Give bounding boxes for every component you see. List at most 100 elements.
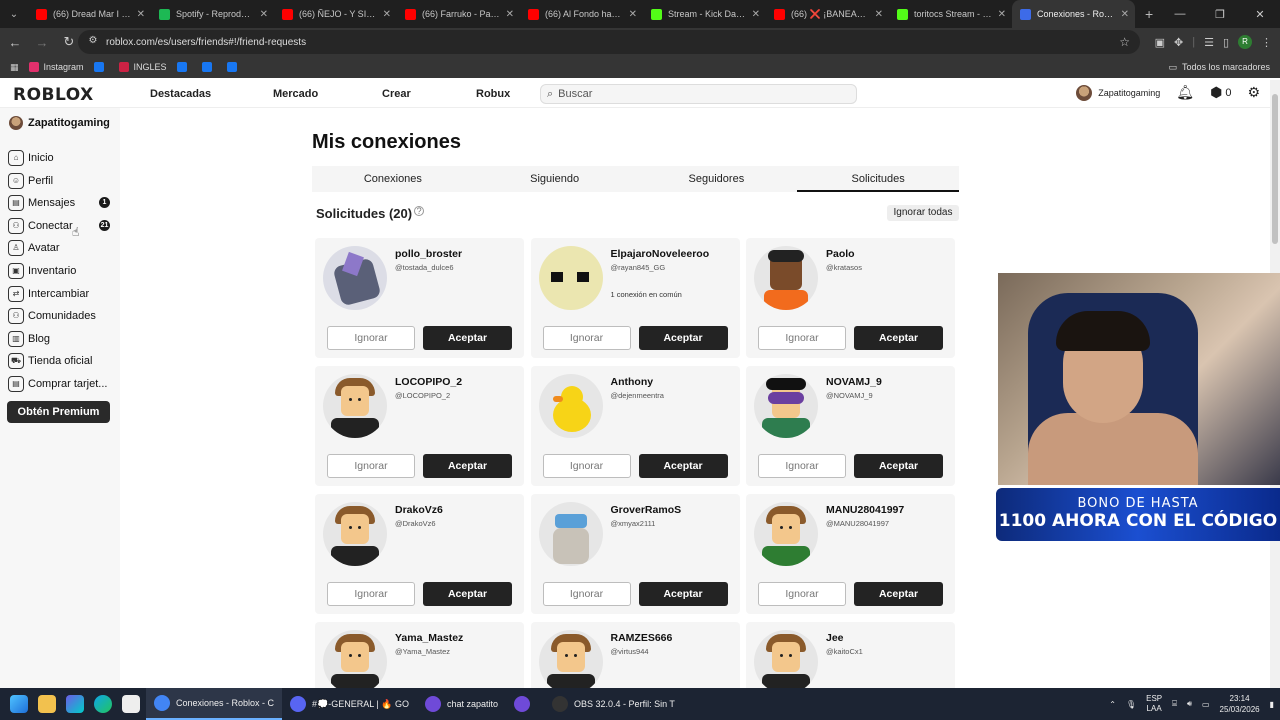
bookmark-item[interactable] — [201, 62, 217, 72]
help-icon[interactable]: ? — [414, 206, 425, 216]
new-tab-icon[interactable]: + — [1135, 6, 1163, 22]
windows-start-icon[interactable] — [10, 695, 28, 713]
ignore-button[interactable]: Ignorar — [327, 582, 415, 606]
forward-icon[interactable]: → — [30, 35, 54, 50]
taskbar-app[interactable]: chat zapatito — [417, 688, 506, 720]
language-indicator[interactable]: ESP LAA — [1146, 694, 1162, 714]
ignore-button[interactable]: Ignorar — [542, 454, 631, 478]
url-text[interactable]: roblox.com/es/users/friends#!/friend-req… — [106, 37, 306, 48]
request-username[interactable]: Anthony — [611, 376, 654, 388]
settings-gear-icon[interactable]: ⚙ — [1247, 84, 1260, 101]
tab-search-icon[interactable]: ⌄ — [0, 0, 28, 28]
avatar[interactable] — [1076, 84, 1093, 101]
request-username[interactable]: RAMZES666 — [611, 632, 673, 644]
taskbar-app[interactable]: #💭-GENERAL | 🔥 GO — [282, 688, 417, 720]
address-bar[interactable]: ⚙ roblox.com/es/users/friends#!/friend-r… — [78, 30, 1140, 54]
accept-button[interactable]: Aceptar — [423, 582, 512, 606]
browser-tab[interactable]: Stream - Kick Dashbo ✕ — [643, 0, 766, 28]
browser-menu-icon[interactable]: ⋮ — [1261, 36, 1272, 49]
sidebar-item-inicio[interactable]: ⌂ Inicio — [8, 150, 54, 166]
accept-button[interactable]: Aceptar — [638, 454, 728, 478]
tab-close-icon[interactable]: ✕ — [875, 9, 883, 20]
nav-robux[interactable]: Robux — [476, 88, 510, 100]
request-username[interactable]: DrakoVz6 — [395, 504, 443, 516]
avatar[interactable] — [754, 246, 818, 310]
file-explorer-icon[interactable] — [38, 695, 56, 713]
tab-close-icon[interactable]: ✕ — [383, 9, 391, 20]
request-username[interactable]: pollo_broster — [395, 248, 462, 260]
bell-icon[interactable]: 🔔︎ — [1176, 84, 1194, 101]
browser-tab[interactable]: (66) ❌ ¡BANEARON ✕ — [766, 0, 889, 28]
sidebar-item-perfil[interactable]: ☺ Perfil — [8, 172, 53, 189]
sidebar-item-tienda-oficial[interactable]: ⛟ Tienda oficial — [8, 353, 92, 370]
tab-close-icon[interactable]: ✕ — [752, 9, 760, 20]
avatar[interactable] — [754, 502, 818, 566]
sidebar-item-conectar[interactable]: ⚇ Conectar — [8, 217, 73, 234]
browser-tab[interactable]: Spotify - Reproductor ✕ — [151, 0, 274, 28]
robux-count[interactable]: 0 — [1225, 87, 1231, 99]
store-icon[interactable] — [122, 695, 140, 713]
request-username[interactable]: MANU28041997 — [826, 504, 904, 516]
mic-icon[interactable]: 🎙︎ — [1126, 700, 1136, 709]
ignore-all-button[interactable]: Ignorar todas — [887, 205, 959, 221]
tab-close-icon[interactable]: ✕ — [260, 9, 268, 20]
scrollbar-thumb[interactable] — [1272, 94, 1278, 244]
browser-tab[interactable]: Conexiones - Roblox ✕ — [1012, 0, 1135, 28]
ignore-button[interactable]: Ignorar — [542, 326, 631, 350]
accept-button[interactable]: Aceptar — [854, 582, 943, 606]
volume-icon[interactable]: 🔊︎ — [1187, 699, 1192, 709]
extensions-icon[interactable]: ✥ — [1174, 36, 1183, 49]
request-username[interactable]: Paolo — [826, 248, 855, 260]
sidebar-user[interactable]: Zapatitogaming — [9, 116, 110, 130]
avatar[interactable] — [323, 246, 387, 310]
search-input[interactable] — [558, 88, 839, 100]
copilot-icon[interactable] — [66, 695, 84, 713]
avatar[interactable] — [538, 374, 603, 438]
minimize-icon[interactable]: — — [1160, 8, 1200, 20]
ignore-button[interactable]: Ignorar — [758, 326, 846, 350]
tab-conexiones[interactable]: Conexiones — [312, 166, 474, 192]
ignore-button[interactable]: Ignorar — [758, 582, 846, 606]
browser-tab[interactable]: (66) Al Fondo hay Sit ✕ — [520, 0, 643, 28]
get-premium-button[interactable]: Obtén Premium — [7, 401, 110, 423]
request-username[interactable]: Yama_Mastez — [395, 632, 463, 644]
header-username[interactable]: Zapatitogaming — [1098, 88, 1160, 98]
tab-close-icon[interactable]: ✕ — [1121, 9, 1129, 20]
media-icon[interactable]: ☰ — [1204, 36, 1214, 49]
accept-button[interactable]: Aceptar — [423, 326, 512, 350]
clock[interactable]: 23:14 25/03/2026 — [1220, 693, 1260, 715]
avatar[interactable] — [538, 630, 603, 688]
tab-seguidores[interactable]: Seguidores — [636, 166, 798, 192]
accept-button[interactable]: Aceptar — [423, 454, 512, 478]
sidebar-item-blog[interactable]: ▥ Blog — [8, 330, 50, 347]
restore-icon[interactable]: ❐ — [1200, 8, 1240, 21]
ignore-button[interactable]: Ignorar — [327, 326, 415, 350]
taskbar-app[interactable]: OBS 32.0.4 - Perfil: Sin T — [544, 688, 683, 720]
bookmark-star-icon[interactable]: ☆ — [1119, 35, 1130, 49]
bookmark-item[interactable] — [93, 62, 109, 72]
bookmark-item[interactable] — [176, 62, 192, 72]
tab-siguiendo[interactable]: Siguiendo — [474, 166, 636, 192]
request-username[interactable]: Jee — [826, 632, 844, 644]
screenshot-icon[interactable]: ▣ — [1155, 36, 1165, 49]
tab-close-icon[interactable]: ✕ — [137, 9, 145, 20]
browser-tab[interactable]: toritocs Stream - Wa ✕ — [889, 0, 1012, 28]
battery-icon[interactable]: ▭ — [1202, 700, 1210, 709]
tab-solicitudes[interactable]: Solicitudes — [797, 166, 959, 192]
close-window-icon[interactable]: ✕ — [1240, 8, 1280, 21]
profile-avatar[interactable]: R — [1238, 35, 1252, 49]
ignore-button[interactable]: Ignorar — [758, 454, 846, 478]
roblox-logo[interactable]: ROBLOX — [13, 85, 94, 105]
request-username[interactable]: GroverRamoS — [611, 504, 682, 516]
ignore-button[interactable]: Ignorar — [327, 454, 415, 478]
sidebar-item-intercambiar[interactable]: ⇄ Intercambiar — [8, 285, 89, 302]
avatar[interactable] — [323, 374, 387, 438]
network-icon[interactable]: ⌸ — [1172, 699, 1177, 709]
browser-tab[interactable]: (66) Dread Mar I - Tu ✕ — [28, 0, 151, 28]
request-username[interactable]: LOCOPIPO_2 — [395, 376, 462, 388]
bookmark-item[interactable]: INGLES — [118, 62, 167, 72]
tray-chevron-icon[interactable]: ⌃ — [1109, 700, 1116, 709]
sidebar-item-avatar[interactable]: ♙ Avatar — [8, 240, 60, 257]
browser-tab[interactable]: (66) ÑEJO - Y SI LA V ✕ — [274, 0, 397, 28]
edge-icon[interactable] — [94, 695, 112, 713]
